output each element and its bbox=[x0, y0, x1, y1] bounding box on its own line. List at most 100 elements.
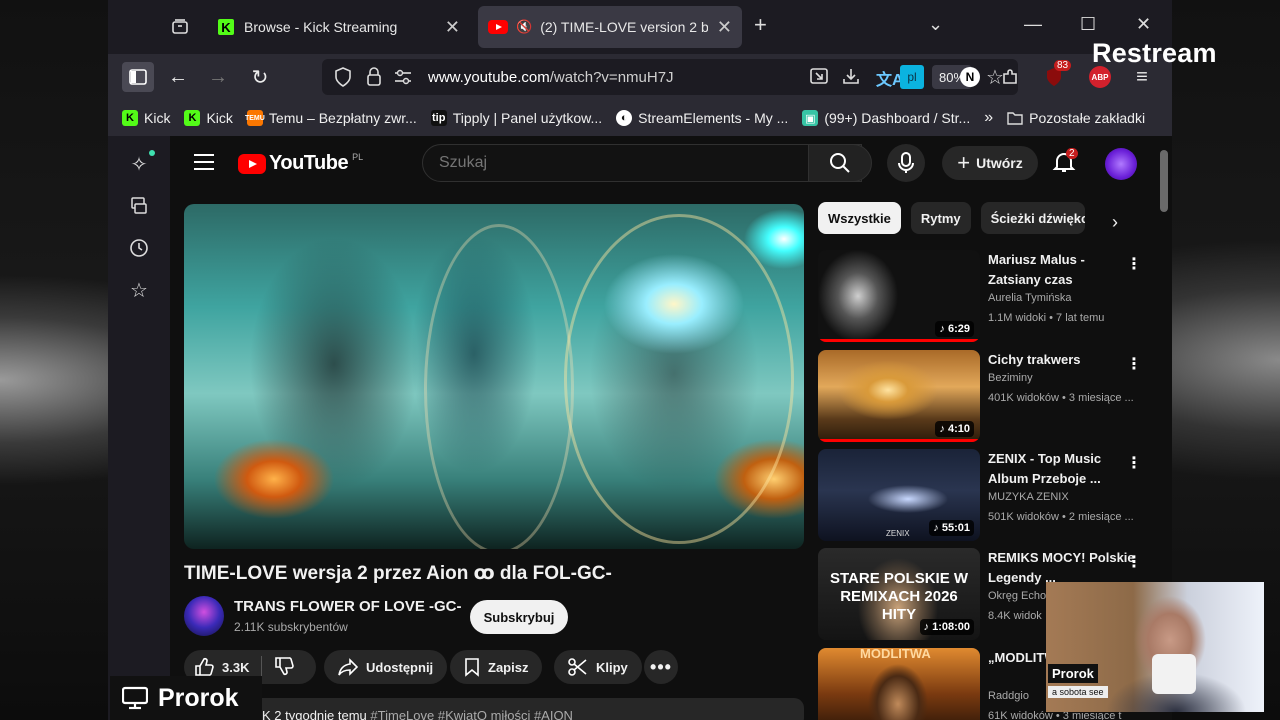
tab-kick[interactable]: K Browse - Kick Streaming ✕ bbox=[208, 6, 470, 48]
search-box[interactable] bbox=[422, 144, 862, 182]
chip-soundtracks[interactable]: Ścieżki dźwięko bbox=[980, 202, 1085, 234]
share-icon bbox=[338, 658, 358, 676]
tab-youtube[interactable]: 🔇 (2) TIME-LOVE version 2 by A ✕ bbox=[478, 6, 742, 48]
more-vert-icon[interactable]: ⋮ bbox=[1126, 453, 1142, 473]
chevron-right-icon[interactable]: › bbox=[1112, 212, 1118, 233]
ublock-extension-icon[interactable]: 83 bbox=[1038, 60, 1072, 92]
synced-tabs-icon[interactable] bbox=[127, 194, 151, 218]
chip-all[interactable]: Wszystkie bbox=[818, 202, 901, 234]
ai-sparkle-icon[interactable]: ✧ bbox=[127, 150, 155, 176]
streamer-name: Prorok bbox=[158, 683, 239, 712]
recommendation-title[interactable]: Mariusz Malus - Zatsiany czas bbox=[988, 250, 1136, 290]
account-avatar[interactable] bbox=[1105, 148, 1137, 180]
close-icon[interactable]: ✕ bbox=[445, 17, 460, 38]
music-note-icon: ♪ bbox=[939, 323, 948, 335]
history-clock-icon[interactable] bbox=[127, 236, 151, 260]
watch-progress bbox=[818, 439, 980, 442]
youtube-header: YouTube PL + Utwórz 2 bbox=[170, 136, 1172, 192]
n-extension-icon[interactable]: N bbox=[954, 62, 986, 92]
video-player[interactable] bbox=[184, 204, 804, 549]
bookmark-tipply[interactable]: tip Tipply | Panel użytkow... bbox=[430, 110, 602, 126]
guide-menu-icon[interactable] bbox=[194, 154, 214, 175]
music-note-icon: ♪ bbox=[939, 423, 948, 435]
more-actions-button[interactable]: ••• bbox=[644, 650, 678, 684]
tab-overview-icon[interactable] bbox=[164, 12, 196, 42]
description-meta: K 2 tygodnie temu bbox=[262, 708, 367, 720]
mute-icon[interactable]: 🔇 bbox=[516, 19, 532, 35]
like-count: 3.3K bbox=[222, 659, 250, 675]
bookmark-temu[interactable]: TEMU Temu – Bezpłatny zwr... bbox=[245, 110, 417, 126]
dislike-button[interactable] bbox=[274, 656, 302, 679]
video-thumbnail[interactable]: ZENIX ♪ 55:01 bbox=[818, 449, 980, 541]
kick-icon: K bbox=[218, 19, 234, 35]
shield-icon[interactable] bbox=[334, 67, 352, 92]
bookmark-kick[interactable]: K Kick bbox=[184, 110, 233, 126]
more-vert-icon[interactable]: ⋮ bbox=[1126, 354, 1142, 374]
video-thumbnail[interactable]: MODLITWA bbox=[818, 648, 980, 720]
chip-rhythms[interactable]: Rytmy bbox=[910, 202, 971, 234]
subscriber-count: 2.11K subskrybentów bbox=[234, 620, 348, 634]
bookmark-streamelements[interactable]: ◐ StreamElements - My ... bbox=[616, 110, 788, 126]
voice-search-button[interactable] bbox=[887, 144, 925, 182]
thumbnail-text: MODLITWA bbox=[860, 648, 931, 661]
subscribe-button[interactable]: Subskrybuj bbox=[470, 600, 568, 634]
search-input[interactable] bbox=[423, 145, 861, 181]
microphone-icon bbox=[898, 152, 914, 173]
bookmarks-star-icon[interactable]: ☆ bbox=[127, 278, 151, 302]
description-tags[interactable]: #TimeLove #KwiatO miłości #AION bbox=[370, 708, 573, 720]
bookmark-dashboard[interactable]: ▣ (99+) Dashboard / Str... bbox=[802, 110, 970, 126]
recommendation-channel[interactable]: Aurelia Tymińska bbox=[988, 292, 1072, 304]
webcam-overlay: Prorok a sobota see bbox=[1046, 582, 1264, 712]
page-scrollbar[interactable] bbox=[1160, 150, 1168, 212]
maximize-button[interactable]: ☐ bbox=[1080, 14, 1096, 35]
more-vert-icon[interactable]: ⋮ bbox=[1126, 552, 1142, 572]
player-artwork bbox=[424, 224, 574, 549]
restream-watermark: Restream bbox=[1092, 38, 1217, 68]
address-bar[interactable]: www.youtube.com/watch?v=nmuH7J 文A pl 80%… bbox=[322, 59, 1018, 95]
recommendation-meta: 1.1M widoki • 7 lat temu bbox=[988, 312, 1105, 324]
sidebar-toggle-icon[interactable] bbox=[122, 62, 154, 92]
recommendation-channel[interactable]: Raddgio bbox=[988, 690, 1029, 702]
lock-icon[interactable] bbox=[366, 67, 382, 92]
youtube-logo[interactable]: YouTube PL bbox=[238, 152, 363, 175]
recommendation-title[interactable]: Cichy trakwers bbox=[988, 350, 1136, 370]
forward-arrow-icon[interactable]: → bbox=[202, 62, 234, 92]
more-vert-icon[interactable]: ⋮ bbox=[1126, 254, 1142, 274]
tab-list-chevron-icon[interactable]: ⌄ bbox=[928, 14, 943, 35]
reload-icon[interactable]: ↻ bbox=[244, 62, 276, 92]
extension-badge: 83 bbox=[1054, 60, 1072, 71]
more-bookmarks-chevron-icon[interactable]: » bbox=[984, 109, 993, 127]
close-window-button[interactable]: ✕ bbox=[1136, 14, 1151, 35]
reader-view-icon[interactable] bbox=[810, 67, 828, 90]
video-thumbnail[interactable]: ♪ 6:29 bbox=[818, 250, 980, 342]
close-icon[interactable]: ✕ bbox=[717, 17, 732, 38]
extensions-puzzle-icon[interactable] bbox=[994, 62, 1026, 92]
save-button[interactable]: Zapisz bbox=[450, 650, 543, 684]
download-icon[interactable] bbox=[842, 67, 860, 90]
translate-lang-badge[interactable]: pl bbox=[900, 65, 924, 89]
notifications-button[interactable]: 2 bbox=[1052, 148, 1080, 178]
clip-button[interactable]: Klipy bbox=[554, 650, 642, 684]
permissions-icon[interactable] bbox=[394, 69, 412, 90]
share-button[interactable]: Udostępnij bbox=[324, 650, 448, 684]
back-arrow-icon[interactable]: ← bbox=[162, 62, 194, 92]
recommendation-item[interactable]: ♪ 6:29 Mariusz Malus - Zatsiany czas Aur… bbox=[818, 250, 1158, 342]
recommendation-channel[interactable]: MUZYKA ZENIX bbox=[988, 491, 1069, 503]
video-thumbnail[interactable]: STARE POLSKIE W REMIXACH 2026 HITY ♪ 1:0… bbox=[818, 548, 980, 640]
bookmark-kick[interactable]: K Kick bbox=[122, 110, 170, 126]
recommendation-item[interactable]: ZENIX ♪ 55:01 ZENIX - Top Music Album Pr… bbox=[818, 449, 1158, 541]
new-tab-button[interactable]: + bbox=[754, 12, 767, 38]
channel-avatar[interactable] bbox=[184, 596, 224, 636]
create-button[interactable]: + Utwórz bbox=[942, 146, 1038, 180]
description-box[interactable]: K 2 tygodnie temu #TimeLove #KwiatO miło… bbox=[184, 698, 804, 720]
bookmark-other-folder[interactable]: Pozostałe zakładki bbox=[1007, 110, 1145, 126]
minimize-button[interactable]: — bbox=[1024, 14, 1042, 35]
channel-name[interactable]: TRANS FLOWER OF LOVE -GC- bbox=[234, 598, 461, 615]
recommendation-channel[interactable]: Beziminy bbox=[988, 372, 1033, 384]
recommendation-channel[interactable]: Okręg Echo bbox=[988, 590, 1046, 602]
recommendation-item[interactable]: ♪ 4:10 Cichy trakwers Beziminy 401K wido… bbox=[818, 350, 1158, 442]
recommendation-title[interactable]: ZENIX - Top Music Album Przeboje ... bbox=[988, 449, 1136, 489]
search-button[interactable] bbox=[808, 144, 872, 182]
like-button[interactable]: 3.3K bbox=[194, 657, 249, 677]
video-thumbnail[interactable]: ♪ 4:10 bbox=[818, 350, 980, 442]
